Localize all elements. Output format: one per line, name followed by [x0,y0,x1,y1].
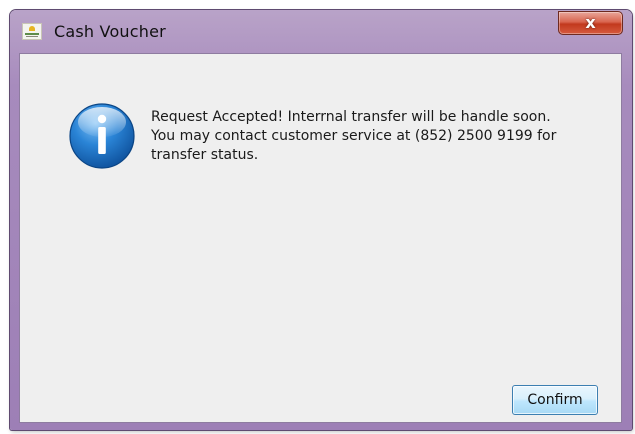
close-button[interactable]: x [558,11,623,35]
message-line: transfer status. [151,147,259,163]
window-title: Cash Voucher [54,22,166,41]
title-bar[interactable]: Cash Voucher x [10,10,632,50]
dialog-window: Cash Voucher x Request Accepted! Interrn… [10,10,632,430]
message-line: Request Accepted! Interrnal transfer wil… [151,109,551,125]
voucher-app-icon [22,23,42,40]
message-line: You may contact customer service at (852… [151,128,557,144]
confirm-button[interactable]: Confirm [512,385,598,415]
dialog-message: Request Accepted! Interrnal transfer wil… [151,108,611,165]
close-icon: x [585,13,596,32]
info-icon [69,103,135,169]
dialog-body: Request Accepted! Interrnal transfer wil… [19,53,622,423]
